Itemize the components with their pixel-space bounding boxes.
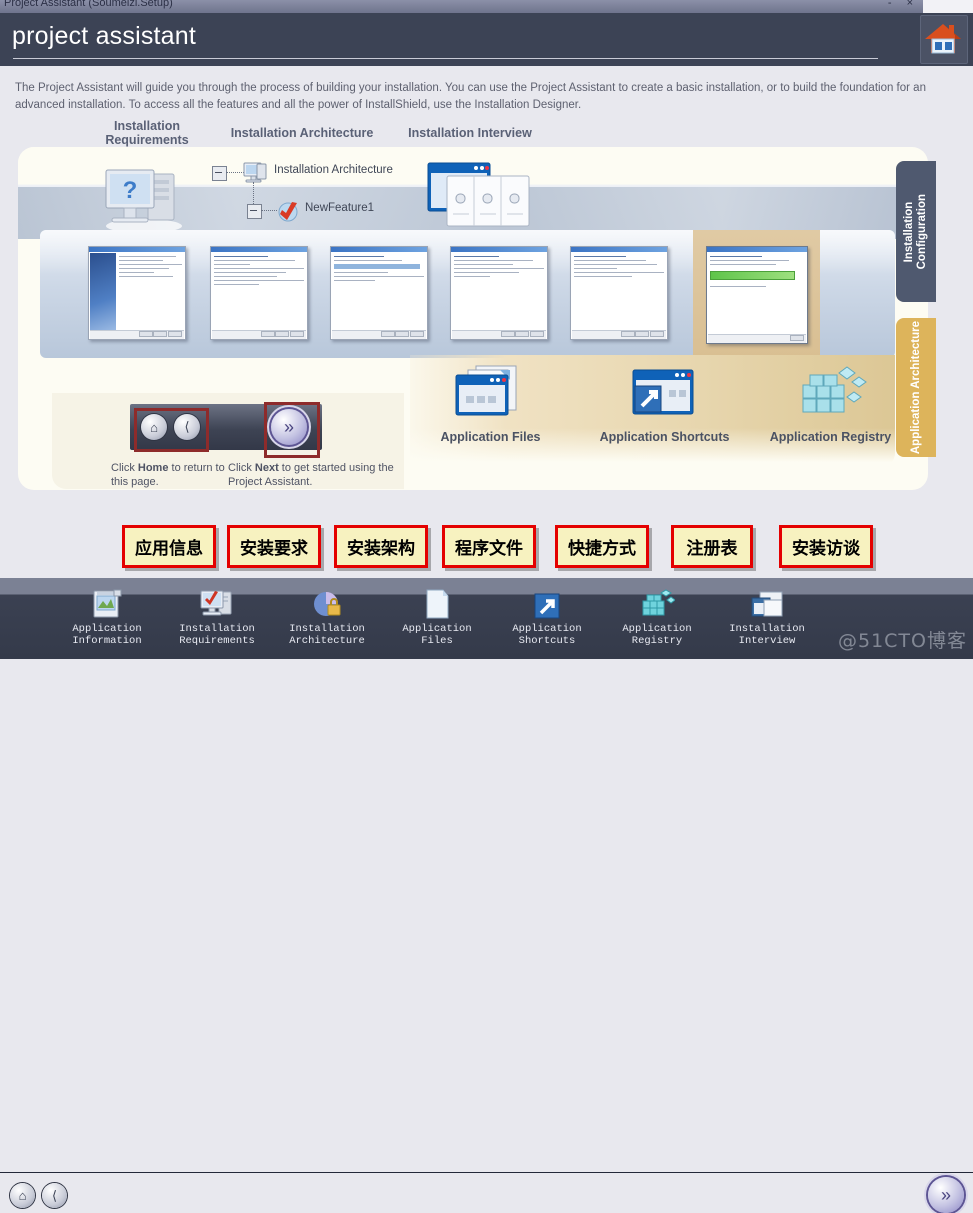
application-shortcuts-glyph [632,369,693,415]
next-hint-bold: Next [254,462,279,474]
annotation-chip: 安装要求 [227,525,321,568]
toolbar-item-label: Installation Architecture [289,623,365,647]
page-title: project assistant [12,22,197,50]
tree-root-expander[interactable] [212,166,227,181]
toolbar-separator [0,1172,973,1173]
application-registry-glyph [802,366,867,413]
dialog-thumbnail[interactable] [450,246,548,340]
house-icon-glyph [925,24,961,54]
annotation-chip: 注册表 [671,525,753,568]
watermark: @51CTO博客 [837,630,967,652]
caption-installation-interview: Installation Interview [408,126,532,140]
dialog-thumbnail[interactable] [570,246,668,340]
requirements-computer-glyph: ? [105,169,182,233]
vtab-installation-configuration[interactable]: Installation Configuration [896,161,936,302]
application-files-icon [382,584,492,620]
application-shortcuts-label: Application Shortcuts [599,430,730,444]
toolbar-item-label: Application Shortcuts [512,623,582,647]
vtab-installation-configuration-label: Installation Configuration [903,193,928,270]
tree-child-dotline [261,210,277,211]
toolbar-item-installation-interview[interactable]: Installation Interview [712,584,822,647]
application-files-icon [408,362,573,424]
feature-checkmark-icon [278,202,298,222]
installation-architecture-icon [272,584,382,620]
toolbar-item-application-information[interactable]: Application Information [52,584,162,647]
home-back-highlight-box [134,408,209,452]
home-icon[interactable]: ⌂ [10,1183,35,1208]
back-arrow-icon[interactable]: ⟨ [42,1183,67,1208]
intro-paragraph: The Project Assistant will guide you thr… [15,82,926,111]
next-highlight-box [264,402,320,458]
application-shortcuts-group[interactable]: Application Shortcuts [582,362,747,444]
installation-interview-icon [712,584,822,620]
toolbar-item-label: Installation Requirements [179,623,255,647]
dialog-thumbnail[interactable] [330,246,428,340]
caption-installation-requirements: Installation Requirements [92,119,202,147]
dialog-thumbnail-selected[interactable] [706,246,808,344]
toolbar-item-label: Application Files [402,623,472,647]
next-arrow-icon[interactable]: » [928,1177,964,1213]
annotation-chip: 快捷方式 [555,525,649,568]
window-controls[interactable]: - × [888,0,919,9]
toolbar-item-installation-architecture[interactable]: Installation Architecture [272,584,382,647]
home-hint-prefix: Click [111,462,138,474]
toolbar-item-label: Application Registry [622,623,692,647]
next-hint-text: Click Next to get started using the Proj… [228,461,413,489]
application-shortcuts-icon [492,584,602,620]
toolbar-item-application-registry[interactable]: Application Registry [602,584,712,647]
application-registry-icon [748,362,913,424]
tree-root-computer-icon [243,162,267,183]
annotation-chip: 安装访谈 [779,525,873,568]
caption-installation-architecture: Installation Architecture [230,126,374,140]
annotation-chip-row: 应用信息 安装要求 安装架构 程序文件 快捷方式 注册表 安装访谈 [0,525,973,570]
application-registry-label: Application Registry [769,430,892,444]
interview-dialogs-glyph [427,162,530,227]
window-title: Project Assistant (Soumeizi.Setup) [4,0,173,9]
dialog-thumbnail[interactable] [88,246,186,340]
caption-req-text: Installation Requirements [105,119,189,147]
tree-root-label[interactable]: Installation Architecture [274,164,393,176]
header-rule [13,58,878,59]
installation-requirements-icon [162,584,272,620]
application-files-group[interactable]: Application Files [408,362,573,444]
toolbar-item-application-shortcuts[interactable]: Application Shortcuts [492,584,602,647]
app-header: project assistant [0,13,973,66]
toolbar-item-label: Installation Interview [729,623,805,647]
application-registry-group[interactable]: Application Registry [748,362,913,444]
svg-text:?: ? [123,177,138,204]
toolbar-item-installation-requirements[interactable]: Installation Requirements [162,584,272,647]
application-information-icon [52,584,162,620]
tree-vertical-connector [253,182,254,204]
installation-requirements-icon[interactable]: ? [96,160,200,236]
home-hint-bold: Home [137,462,169,474]
tree-child-label[interactable]: NewFeature1 [305,202,374,214]
vtab-application-architecture-label: Application Architecture [909,320,922,455]
vtab-application-architecture[interactable]: Application Architecture [896,318,936,457]
toolbar-item-application-files[interactable]: Application Files [382,584,492,647]
toolbar-item-label: Application Information [72,623,142,647]
annotation-chip: 安装架构 [334,525,428,568]
annotation-chip: 应用信息 [122,525,216,568]
application-files-glyph [455,365,516,416]
architecture-tree: Installation Architecture NewFeature1 [212,162,402,230]
application-shortcuts-icon [582,362,747,424]
next-hint-prefix: Click [228,462,255,474]
tree-child-expander[interactable] [247,204,262,219]
application-files-label: Application Files [440,430,541,444]
titlebar-right-filler [923,0,973,13]
home-hint-text: Click Home to return to this page. [111,461,231,489]
application-registry-icon [602,584,712,620]
window-titlebar: Project Assistant (Soumeizi.Setup) - × [0,0,973,13]
installation-interview-icon[interactable] [425,158,535,236]
annotation-chip: 程序文件 [442,525,536,568]
dialog-thumbnail[interactable] [210,246,308,340]
house-icon[interactable] [920,15,968,64]
